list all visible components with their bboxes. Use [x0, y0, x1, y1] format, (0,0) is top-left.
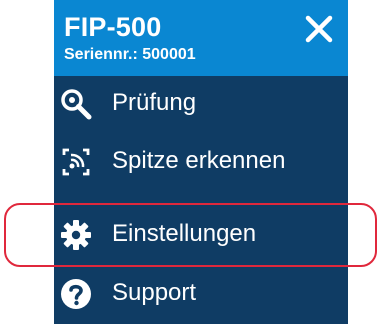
menu-header: FIP-500 Seriennr.: 500001: [54, 0, 348, 76]
menu-item-label: Prüfung: [112, 89, 197, 116]
menu-item-label: Spitze erkennen: [112, 147, 286, 174]
gear-icon: [60, 219, 92, 251]
help-icon: [60, 278, 92, 310]
magnifier-icon: [60, 88, 92, 120]
serial-number: Seriennr.: 500001: [64, 46, 196, 63]
menu-item-einstellungen[interactable]: Einstellungen: [54, 207, 348, 263]
menu-item-label: Support: [112, 279, 197, 306]
menu-item-label: Einstellungen: [112, 220, 257, 247]
menu-item-support[interactable]: Support: [54, 266, 348, 322]
close-button[interactable]: [304, 14, 334, 44]
device-name: FIP-500: [64, 12, 162, 42]
menu-item-spitze-erkennen[interactable]: Spitze erkennen: [54, 134, 348, 190]
device-menu-panel: FIP-500 Seriennr.: 500001 Prüfung Spitze…: [54, 0, 348, 324]
tip-detect-icon: [60, 146, 92, 178]
menu-item-pruefung[interactable]: Prüfung: [54, 76, 348, 132]
close-icon: [305, 15, 333, 43]
